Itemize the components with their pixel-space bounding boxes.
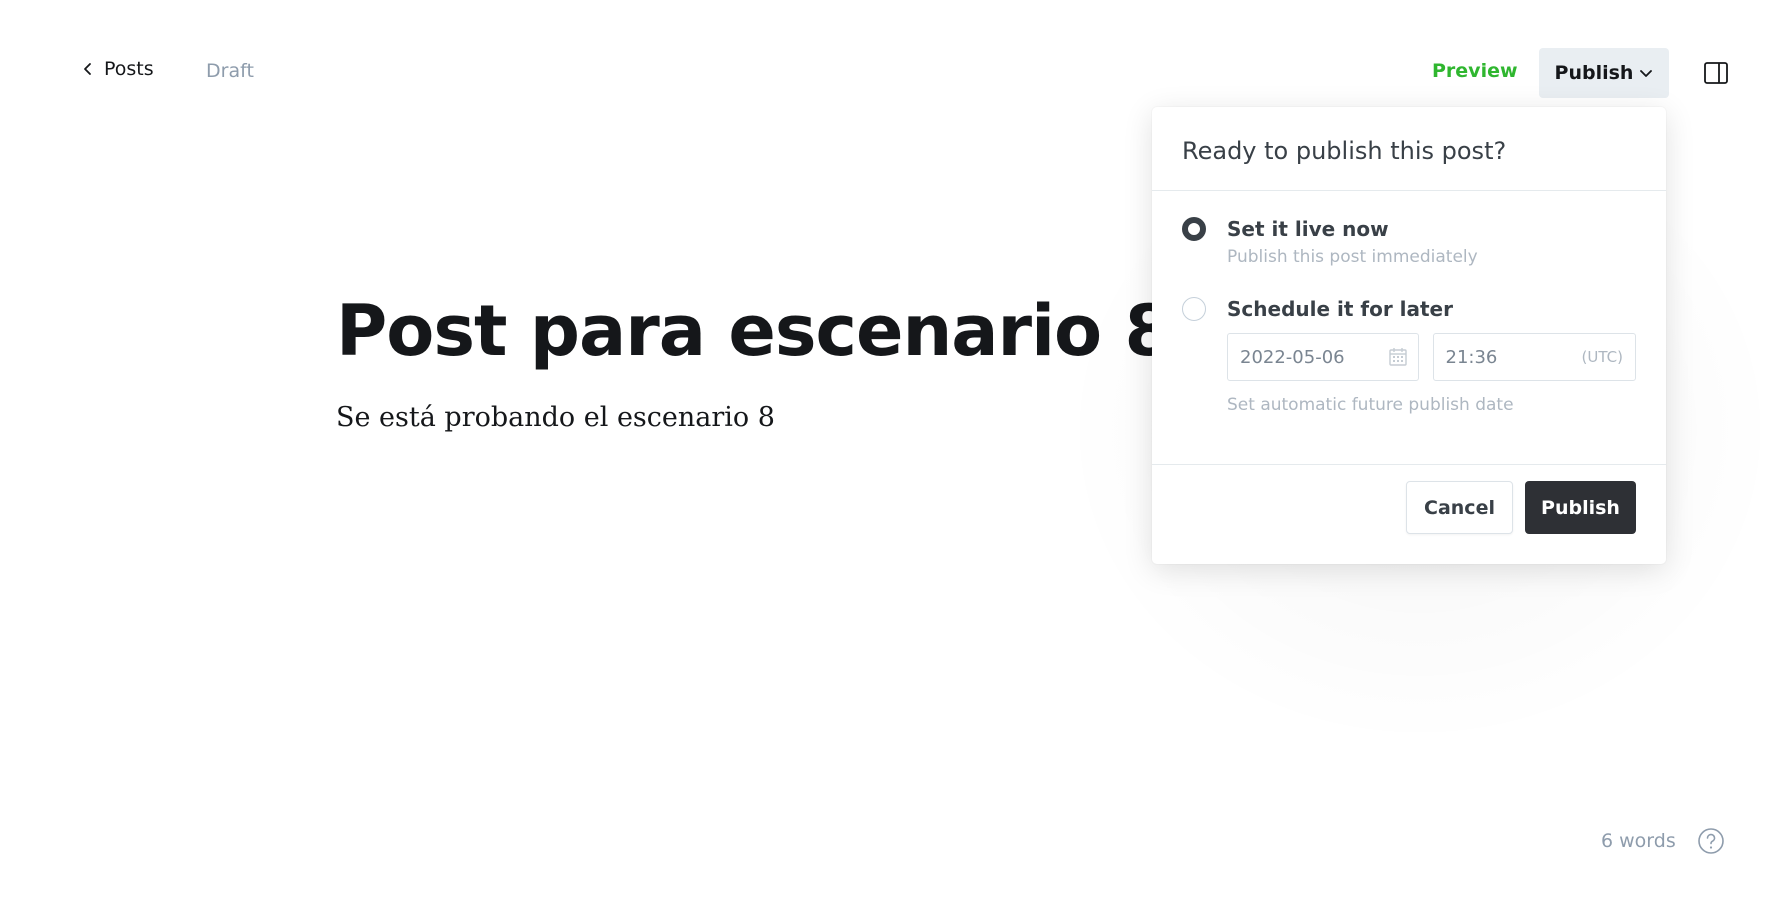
option-description: Publish this post immediately (1227, 247, 1478, 267)
option-description: Set automatic future publish date (1227, 395, 1514, 415)
back-to-posts-link[interactable]: Posts (82, 58, 154, 80)
date-value: 2022-05-06 (1240, 346, 1345, 368)
schedule-date-input[interactable]: 2022-05-06 (1227, 333, 1419, 381)
post-body[interactable]: Se está probando el escenario 8 (336, 402, 775, 433)
publish-menu-toggle[interactable]: Publish (1539, 48, 1669, 98)
timezone-label: (UTC) (1581, 348, 1623, 366)
word-count: 6 words (1601, 830, 1676, 852)
post-status: Draft (206, 60, 254, 82)
editor-page: Posts Draft Preview Publish Post para es… (0, 0, 1779, 908)
popover-actions: Cancel Publish (1406, 481, 1636, 534)
cancel-button[interactable]: Cancel (1406, 481, 1513, 534)
help-circle-icon[interactable] (1697, 827, 1725, 855)
option-publish-now[interactable]: Set it live now Publish this post immedi… (1182, 217, 1636, 267)
schedule-time-input[interactable]: 21:36 (UTC) (1432, 333, 1636, 381)
publish-popover: Ready to publish this post? Set it live … (1152, 107, 1666, 564)
radio-publish-now[interactable] (1182, 217, 1206, 241)
option-label: Set it live now (1227, 217, 1389, 241)
preview-button[interactable]: Preview (1432, 60, 1518, 82)
radio-schedule[interactable] (1182, 297, 1206, 321)
chevron-down-icon (1640, 70, 1653, 77)
chevron-left-icon (84, 63, 91, 75)
post-title[interactable]: Post para escenario 8 (336, 290, 1173, 372)
calendar-icon[interactable] (1388, 347, 1408, 367)
back-link-label: Posts (104, 58, 154, 80)
time-value: 21:36 (1445, 346, 1498, 368)
option-schedule[interactable]: Schedule it for later 2022-05-06 21:36 (… (1182, 297, 1636, 415)
option-label: Schedule it for later (1227, 297, 1453, 321)
publish-toggle-label: Publish (1554, 62, 1634, 84)
popover-heading: Ready to publish this post? (1152, 107, 1666, 191)
publish-options: Set it live now Publish this post immedi… (1152, 191, 1666, 465)
sidebar-panel-icon[interactable] (1704, 62, 1728, 84)
schedule-inputs: 2022-05-06 21:36 (UTC) (1227, 333, 1636, 381)
confirm-publish-button[interactable]: Publish (1525, 481, 1636, 534)
